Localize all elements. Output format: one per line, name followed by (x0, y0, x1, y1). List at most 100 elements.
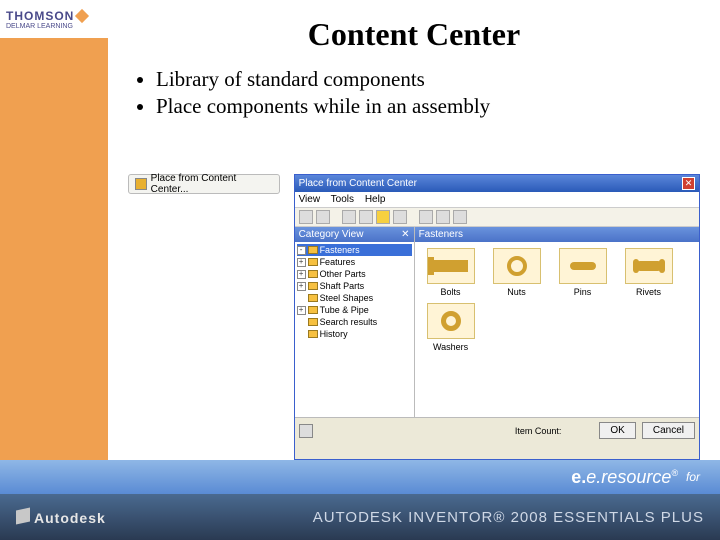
thumbnail-label: Pins (574, 287, 592, 297)
folder-icon (308, 306, 318, 314)
sidebar: THOMSON DELMAR LEARNING © 2008 Thomson D… (0, 0, 108, 540)
dialog-body: Category View ✕ - Fasteners + Features + Othe… (295, 227, 699, 417)
folder-icon (308, 282, 318, 290)
folder-icon (308, 294, 318, 302)
tree-item-label: Features (320, 257, 356, 267)
product-name: AUTODESK INVENTOR® 2008 ESSENTIALS PLUS (106, 509, 704, 526)
tree-item-label: History (320, 329, 348, 339)
folder-icon (308, 318, 318, 326)
content-center-icon (135, 178, 147, 190)
eresource-logo: e.e.resource® (571, 467, 678, 488)
tree-item[interactable]: - Fasteners (297, 244, 412, 256)
close-panel-icon[interactable]: ✕ (401, 229, 409, 240)
footer-bottom-bar: Autodesk AUTODESK INVENTOR® 2008 ESSENTI… (0, 494, 720, 540)
brand-subtitle: DELMAR LEARNING (6, 23, 102, 30)
brand-name: THOMSON (6, 9, 74, 23)
close-icon[interactable]: ✕ (682, 177, 695, 190)
toolbar-icon[interactable] (299, 210, 313, 224)
thumbnail-icon (427, 303, 475, 339)
brand-logo: THOMSON DELMAR LEARNING (0, 0, 108, 40)
thumbnail-panel: Fasteners Bolts Nuts Pins Rivets Washers (415, 227, 699, 417)
ok-button[interactable]: OK (599, 422, 635, 439)
folder-icon (308, 330, 318, 338)
for-label: for (686, 470, 700, 484)
menu-view[interactable]: View (299, 194, 321, 205)
tree-item[interactable]: + Features (297, 256, 412, 268)
folder-icon (308, 270, 318, 278)
thumbnail-grid[interactable]: Bolts Nuts Pins Rivets Washers (415, 242, 699, 417)
autodesk-text: Autodesk (34, 510, 106, 526)
thumbnail-item[interactable]: Washers (421, 303, 481, 352)
tree-item-label: Tube & Pipe (320, 305, 369, 315)
grid-header: Fasteners (415, 227, 699, 242)
view-icon[interactable] (436, 210, 450, 224)
tree-item[interactable]: + Shaft Parts (297, 280, 412, 292)
nut-icon (507, 256, 527, 276)
category-tree-panel: Category View ✕ - Fasteners + Features + Othe… (295, 227, 415, 417)
grid-header-label: Fasteners (419, 229, 463, 240)
expand-icon[interactable]: + (297, 282, 306, 291)
item-count-label: Item Count: (515, 426, 562, 436)
view-icon[interactable] (453, 210, 467, 224)
bullet-item: Library of standard components (156, 67, 700, 92)
dialog-menubar: View Tools Help (295, 192, 699, 208)
folder-icon (308, 258, 318, 266)
autodesk-cube-icon (16, 507, 30, 524)
rivet-icon (635, 261, 663, 271)
tree-item-label: Shaft Parts (320, 281, 365, 291)
thumbnail-icon (625, 248, 673, 284)
thumbnail-label: Rivets (636, 287, 661, 297)
expand-icon[interactable]: - (297, 246, 306, 255)
footer-top-bar: e.e.resource® for (0, 460, 720, 494)
expand-icon[interactable]: + (297, 258, 306, 267)
autodesk-logo: Autodesk (16, 509, 106, 526)
tree-item-label: Steel Shapes (320, 293, 374, 303)
tree-item[interactable]: + Tube & Pipe (297, 304, 412, 316)
category-tree[interactable]: - Fasteners + Features + Other Parts + Shaft Pa… (295, 242, 414, 417)
dialog-title-text: Place from Content Center (299, 178, 417, 189)
place-from-content-center-button[interactable]: Place from Content Center... (128, 174, 280, 194)
thumbnail-item[interactable]: Rivets (619, 248, 679, 297)
tree-item-label: Search results (320, 317, 378, 327)
bullet-list: Library of standard components Place com… (156, 67, 700, 119)
dialog-footer: Item Count: OK Cancel (295, 417, 699, 443)
toolbar-icon[interactable] (316, 210, 330, 224)
thumbnail-icon (559, 248, 607, 284)
thumbnail-label: Nuts (507, 287, 526, 297)
folder-icon (308, 246, 318, 254)
menu-tools[interactable]: Tools (331, 194, 354, 205)
thumbnail-item[interactable]: Pins (553, 248, 613, 297)
tree-item-label: Other Parts (320, 269, 366, 279)
help-icon[interactable] (299, 424, 313, 438)
expand-icon[interactable]: + (297, 270, 306, 279)
dialog-titlebar[interactable]: Place from Content Center ✕ (295, 175, 699, 192)
pin-icon (570, 262, 596, 270)
tree-header: Category View ✕ (295, 227, 414, 242)
favorite-icon[interactable] (376, 210, 390, 224)
toolbar-icon[interactable] (393, 210, 407, 224)
washer-icon (441, 311, 461, 331)
view-icon[interactable] (419, 210, 433, 224)
slide-title: Content Center (128, 16, 700, 53)
dialog-toolbar (295, 208, 699, 227)
content-center-dialog: Place from Content Center ✕ View Tools H… (294, 174, 700, 460)
toolbar-icon[interactable] (359, 210, 373, 224)
expand-icon[interactable]: + (297, 306, 306, 315)
tree-item[interactable]: + Other Parts (297, 268, 412, 280)
tree-item[interactable]: Steel Shapes (297, 292, 412, 304)
thumbnail-item[interactable]: Nuts (487, 248, 547, 297)
tree-header-label: Category View (299, 229, 364, 240)
eresource-text: e.resource (586, 467, 671, 487)
thumbnail-item[interactable]: Bolts (421, 248, 481, 297)
toolbar-icon[interactable] (342, 210, 356, 224)
tree-item[interactable]: Search results (297, 316, 412, 328)
menu-help[interactable]: Help (365, 194, 386, 205)
slide-footer: e.e.resource® for Autodesk AUTODESK INVE… (0, 460, 720, 540)
tree-item-label: Fasteners (320, 245, 360, 255)
thumbnail-label: Bolts (441, 287, 461, 297)
bolt-icon (434, 260, 468, 272)
cancel-button[interactable]: Cancel (642, 422, 695, 439)
tree-item[interactable]: History (297, 328, 412, 340)
thumbnail-icon (493, 248, 541, 284)
brand-star-icon (75, 9, 89, 23)
